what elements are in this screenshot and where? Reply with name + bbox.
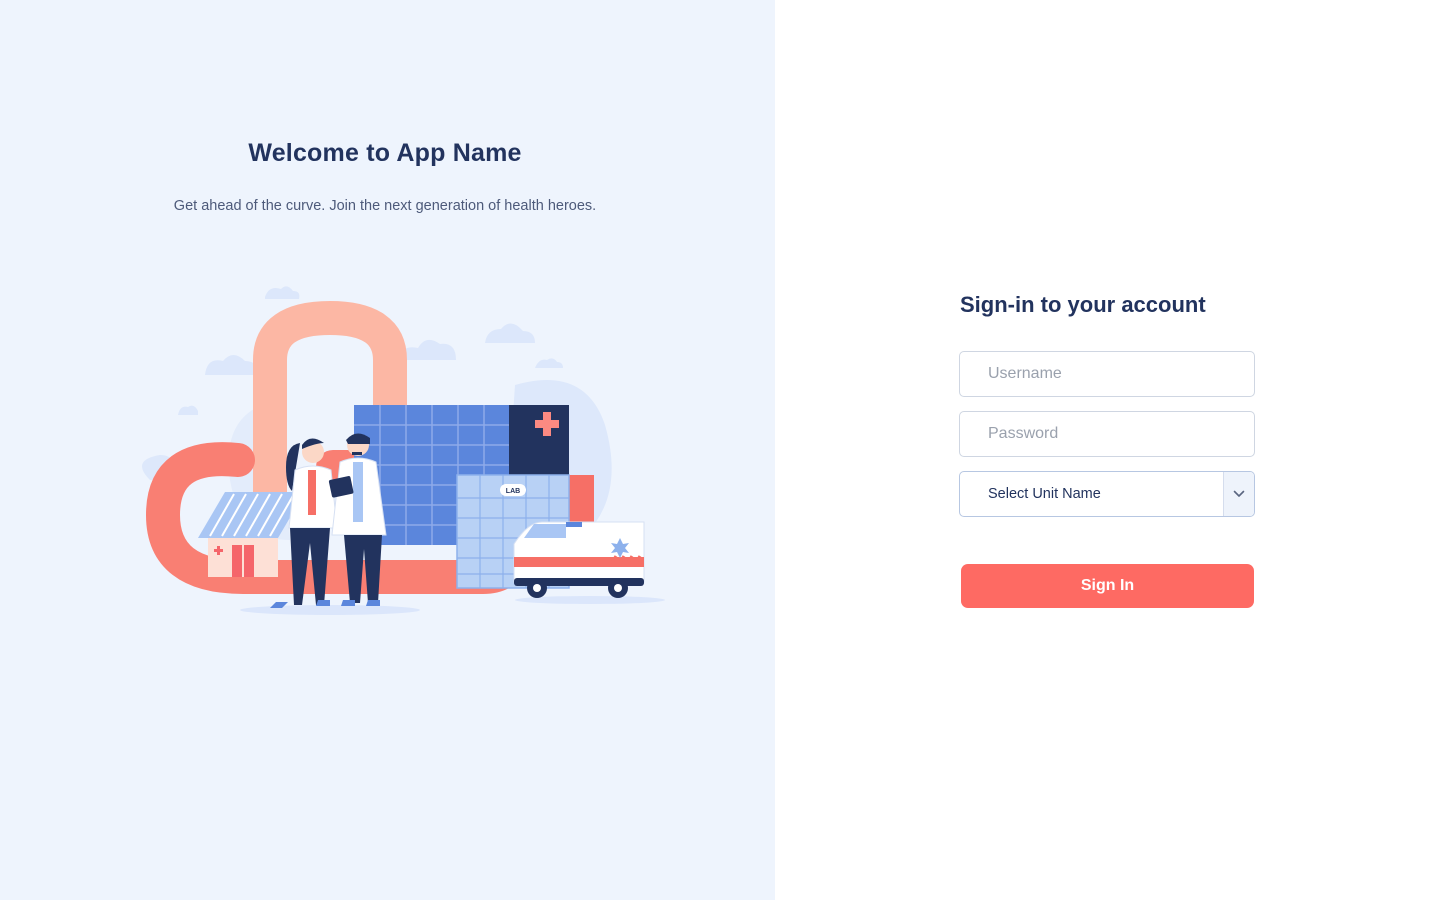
healthcare-illustration: LAB	[142, 286, 665, 615]
password-input[interactable]	[960, 412, 1254, 456]
signin-panel: Sign-in to your account Select Unit Name…	[775, 0, 1440, 900]
ambulance-icon	[513, 521, 645, 598]
unit-select[interactable]: Select Unit Name	[959, 471, 1255, 517]
clouds	[178, 286, 563, 415]
chevron-down-icon	[1233, 490, 1245, 497]
select-arrow-button[interactable]	[1223, 472, 1254, 516]
signin-title: Sign-in to your account	[960, 292, 1206, 317]
welcome-title: Welcome to App Name	[248, 139, 522, 167]
sign-in-button[interactable]: Sign In	[961, 564, 1254, 608]
welcome-subtitle: Get ahead of the curve. Join the next ge…	[173, 198, 597, 214]
lab-sign: LAB	[506, 488, 520, 495]
welcome-panel: Welcome to App Name Get ahead of the cur…	[0, 0, 775, 900]
unit-select-value: Select Unit Name	[988, 486, 1101, 502]
username-input[interactable]	[960, 352, 1254, 396]
username-field[interactable]	[959, 351, 1255, 397]
password-field[interactable]	[959, 411, 1255, 457]
